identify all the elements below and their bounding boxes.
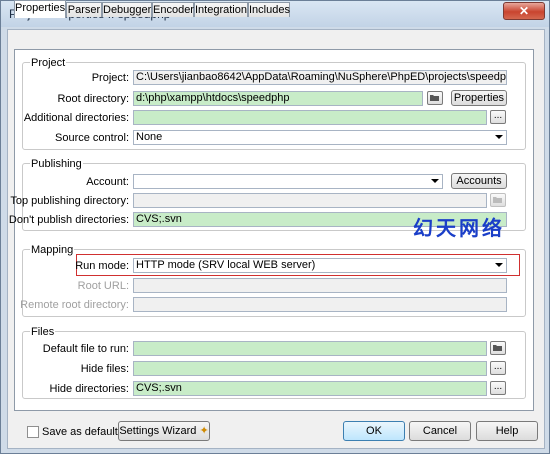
run-mode-select[interactable]: HTTP mode (SRV local WEB server) [133,258,507,273]
root-directory-field[interactable]: d:\php\xampp\htdocs\speedphp [133,91,423,106]
ellipsis-icon: ... [493,110,503,121]
source-control-value: None [136,131,163,143]
cancel-button[interactable]: Cancel [409,421,471,441]
accounts-button[interactable]: Accounts [451,173,507,189]
settings-wizard-button[interactable]: Settings Wizard ✦ [118,421,210,441]
project-label: Project: [91,72,129,84]
dont-publish-directories-label: Don't publish directories: [8,214,129,226]
help-button[interactable]: Help [476,421,538,441]
account-select[interactable] [133,174,443,189]
wand-icon: ✦ [199,425,209,437]
close-icon: ✕ [518,4,530,18]
chevron-down-icon [495,263,503,267]
hide-files-field[interactable] [133,361,487,376]
additional-directories-label: Additional directories: [23,112,129,124]
ellipsis-icon: ... [493,361,503,372]
close-button[interactable]: ✕ [503,2,545,20]
top-publishing-directory-label: Top publishing directory: [10,195,129,207]
hide-directories-label: Hide directories: [49,383,129,395]
tab-debugger[interactable]: Debugger [102,2,152,17]
mapping-group-title: Mapping [30,244,75,256]
top-publishing-browse-button[interactable] [490,193,506,207]
folder-icon [493,345,502,351]
account-label: Account: [86,176,129,188]
source-control-select[interactable]: None [133,130,507,145]
watermark-text: 幻天网络 [413,216,505,240]
default-file-label: Default file to run: [42,343,129,355]
tab-includes[interactable]: Includes [248,2,290,17]
additional-directories-field[interactable] [133,110,487,125]
publishing-group-title: Publishing [30,158,83,170]
default-file-field[interactable] [133,341,487,356]
project-group-title: Project [30,57,67,69]
chevron-down-icon [431,179,439,183]
ellipsis-icon: ... [493,381,503,392]
additional-directories-more-button[interactable]: ... [490,110,506,124]
ok-button[interactable]: OK [343,421,405,441]
remote-root-directory-label: Remote root directory: [20,299,129,311]
hide-directories-more-button[interactable]: ... [490,381,506,395]
root-url-label: Root URL: [77,280,129,292]
run-mode-value: HTTP mode (SRV local WEB server) [136,259,316,271]
root-properties-button[interactable]: Properties [451,90,507,106]
tab-parser[interactable]: Parser [66,2,102,17]
hide-directories-field[interactable]: CVS;.svn [133,381,487,396]
hide-files-more-button[interactable]: ... [490,361,506,375]
chevron-down-icon [495,135,503,139]
save-as-default-checkbox[interactable] [27,426,39,438]
settings-wizard-label: Settings Wizard [119,425,197,437]
tab-integration[interactable]: Integration [194,2,248,17]
save-as-default-label: Save as default [42,426,118,438]
root-url-field[interactable] [133,278,507,293]
files-group-title: Files [30,326,56,338]
folder-icon [493,197,502,203]
project-file-field[interactable]: C:\Users\jianbao8642\AppData\Roaming\NuS… [133,70,507,85]
root-browse-button[interactable] [427,91,443,105]
tab-properties[interactable]: Properties [14,0,66,18]
tab-encoder[interactable]: Encoder [152,2,194,17]
top-publishing-directory-field[interactable] [133,193,487,208]
default-file-browse-button[interactable] [490,341,506,355]
folder-icon [430,95,439,101]
run-mode-label: Run mode: [75,260,129,272]
hide-files-label: Hide files: [80,363,129,375]
root-directory-label: Root directory: [57,93,129,105]
source-control-label: Source control: [55,132,129,144]
remote-root-directory-field[interactable] [133,297,507,312]
